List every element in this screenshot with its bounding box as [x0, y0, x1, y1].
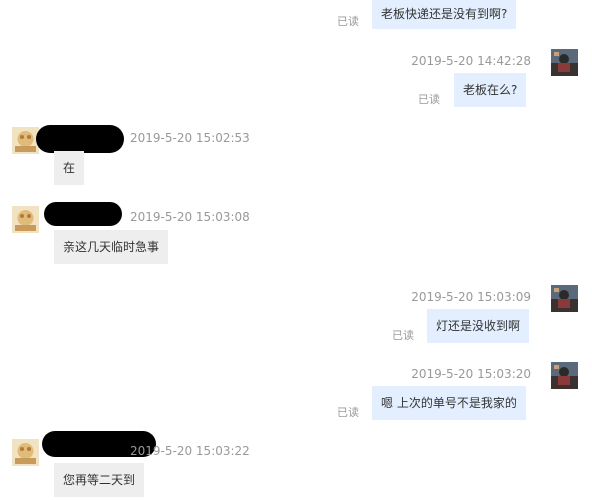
incoming-message-bubble[interactable]: 亲这几天临时急事	[54, 230, 169, 264]
incoming-message-bubble[interactable]: 在	[54, 151, 85, 185]
outgoing-message-bubble[interactable]: 灯还是没收到啊	[427, 309, 530, 343]
incoming-message-bubble[interactable]: 您再等二天到	[54, 463, 145, 497]
outgoing-message-bubble[interactable]: 老板在么?	[454, 73, 527, 107]
message-timestamp: 2019-5-20 14:42:28	[411, 54, 531, 68]
message-timestamp: 2019-5-20 15:03:22	[130, 444, 250, 458]
message-timestamp: 2019-5-20 15:03:09	[411, 290, 531, 304]
avatar-contact-icon[interactable]	[12, 127, 39, 154]
message-timestamp: 2019-5-20 15:03:20	[411, 367, 531, 381]
read-status: 已读	[418, 93, 440, 106]
avatar-self-icon[interactable]	[551, 49, 578, 76]
avatar-self-icon[interactable]	[551, 362, 578, 389]
avatar-contact-icon[interactable]	[12, 439, 39, 466]
read-status: 已读	[392, 329, 414, 342]
read-status: 已读	[337, 15, 359, 28]
message-timestamp: 2019-5-20 15:02:53	[130, 131, 250, 145]
outgoing-message-bubble[interactable]: 嗯 上次的单号不是我家的	[372, 386, 526, 420]
name-redaction	[36, 125, 124, 153]
read-status: 已读	[337, 406, 359, 419]
name-redaction	[44, 202, 122, 226]
avatar-self-icon[interactable]	[551, 285, 578, 312]
message-timestamp: 2019-5-20 15:03:08	[130, 210, 250, 224]
avatar-contact-icon[interactable]	[12, 206, 39, 233]
outgoing-message-bubble[interactable]: 老板快递还是没有到啊?	[372, 0, 517, 29]
